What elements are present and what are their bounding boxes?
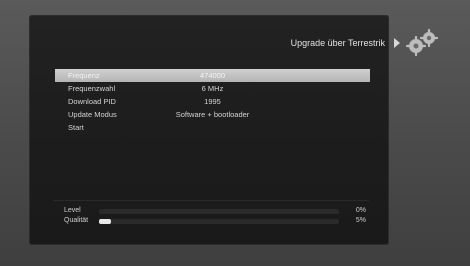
level-value: 0% — [355, 207, 366, 214]
arrow-right-icon — [394, 38, 400, 48]
menu-item-value: 6 MHz — [201, 84, 224, 93]
divider — [53, 200, 369, 201]
menu-item-value: 1995 — [204, 97, 221, 106]
menu-item-start[interactable]: Start — [55, 121, 370, 134]
menu-item-value: 474000 — [199, 71, 226, 80]
quality-label: Qualität — [64, 217, 89, 224]
level-label: Level — [64, 207, 81, 214]
level-bar — [99, 209, 339, 214]
menu-item-value: Software + bootloader — [175, 110, 250, 119]
quality-bar-fill — [99, 219, 111, 224]
gears-icon — [405, 28, 439, 57]
menu-item-download-pid[interactable]: Download PID 1995 — [55, 95, 370, 108]
page-title: Upgrade über Terrestrik — [290, 38, 385, 48]
menu-item-frequenz[interactable]: Frequenz 474000 — [55, 69, 370, 82]
quality-value: 5% — [355, 217, 366, 224]
menu-item-frequenzwahl[interactable]: Frequenzwahl 6 MHz — [55, 82, 370, 95]
menu-item-label: Start — [68, 123, 84, 132]
quality-bar — [99, 219, 339, 224]
upgrade-menu: Frequenz 474000 Frequenzwahl 6 MHz Downl… — [55, 69, 370, 134]
menu-item-update-modus[interactable]: Update Modus Software + bootloader — [55, 108, 370, 121]
